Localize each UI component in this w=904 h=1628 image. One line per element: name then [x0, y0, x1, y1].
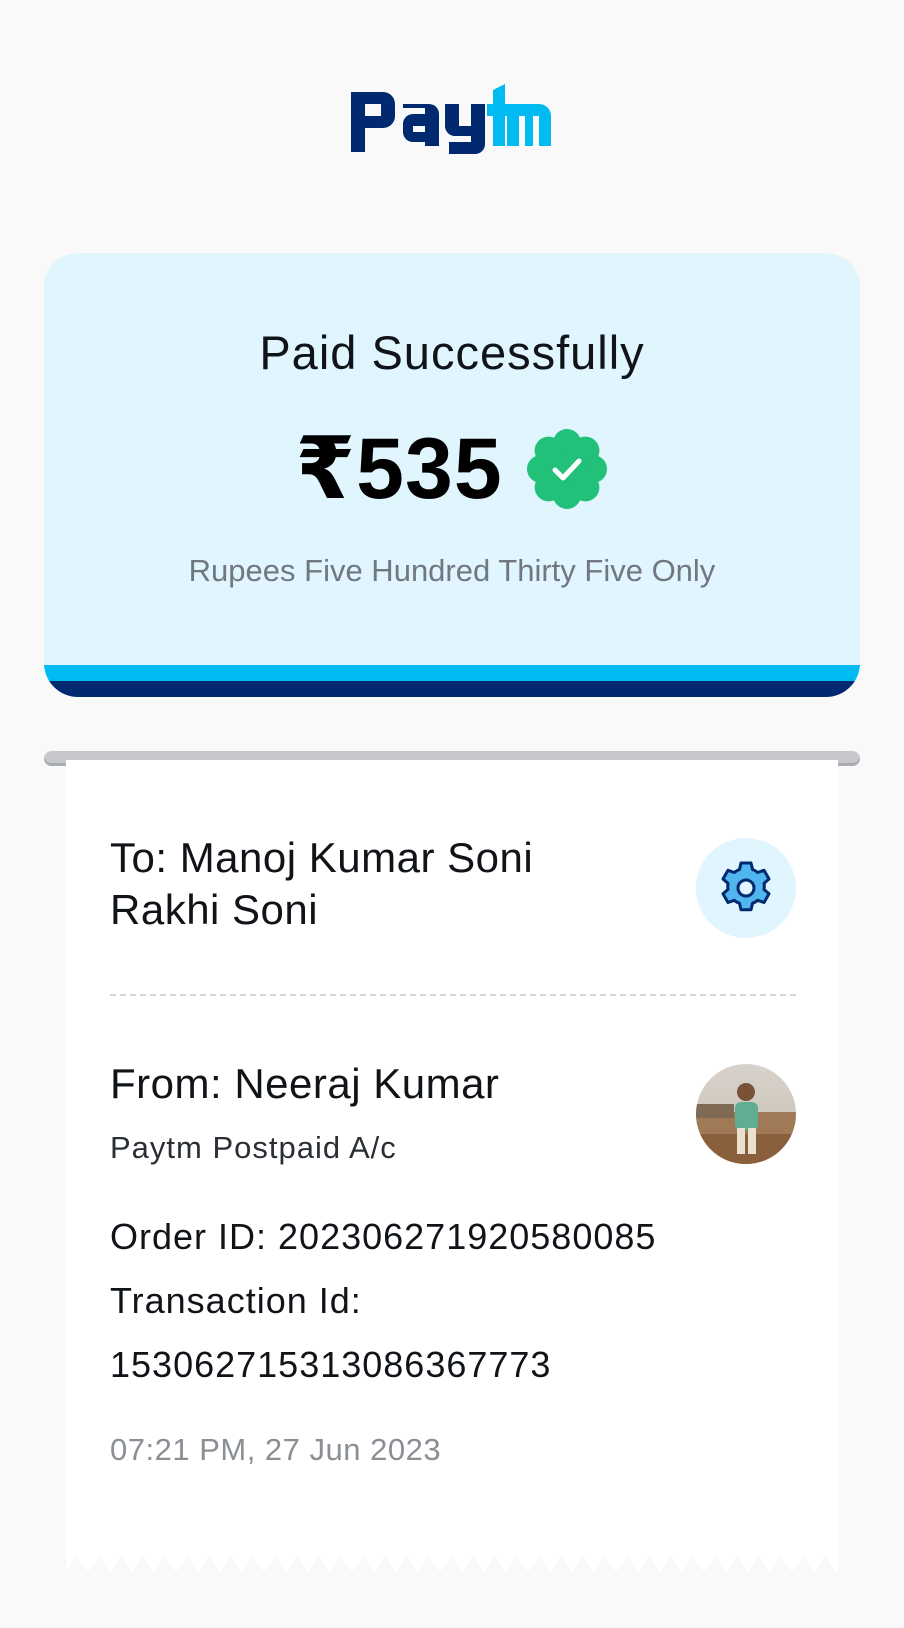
paytm-logo-mark — [351, 84, 551, 154]
recipient-name: To: Manoj Kumar Soni — [110, 834, 534, 881]
receipt-torn-edge — [66, 1556, 838, 1572]
verified-check-icon — [526, 429, 607, 509]
sender-name: From: Neeraj Kumar — [110, 1060, 500, 1107]
transaction-datetime: 07:21 PM, 27 Jun 2023 — [110, 1432, 442, 1467]
recipient-block: To: Manoj Kumar Soni Rakhi Soni — [110, 832, 670, 936]
sender-avatar[interactable] — [696, 1064, 796, 1164]
sender-account: Paytm Postpaid A/c — [110, 1130, 397, 1165]
amount-in-words: Rupees Five Hundred Thirty Five Only — [188, 553, 716, 588]
transaction-id-label: Transaction Id: — [110, 1280, 362, 1321]
receipt-card: To: Manoj Kumar Soni Rakhi Soni From: Ne… — [66, 760, 838, 1572]
order-id: Order ID: 202306271920580085 — [110, 1216, 657, 1257]
avatar-photo — [696, 1064, 796, 1164]
brand-stripe-light — [44, 665, 860, 681]
paytm-logo — [0, 82, 904, 162]
brand-stripe-dark — [44, 681, 860, 697]
dashed-divider — [110, 994, 796, 996]
gear-icon — [721, 861, 771, 912]
amount-row: ₹535 — [44, 421, 860, 517]
amount-value: ₹535 — [295, 421, 503, 517]
recipient-name-line2: Rakhi Soni — [110, 886, 319, 933]
transaction-id-value: 15306271531308636777​3 — [110, 1344, 552, 1385]
status-title: Paid Successfully — [259, 326, 645, 379]
payment-status-card: Paid Successfully ₹535 Rupees Five Hundr… — [44, 253, 860, 697]
recipient-settings-button[interactable] — [696, 838, 796, 938]
